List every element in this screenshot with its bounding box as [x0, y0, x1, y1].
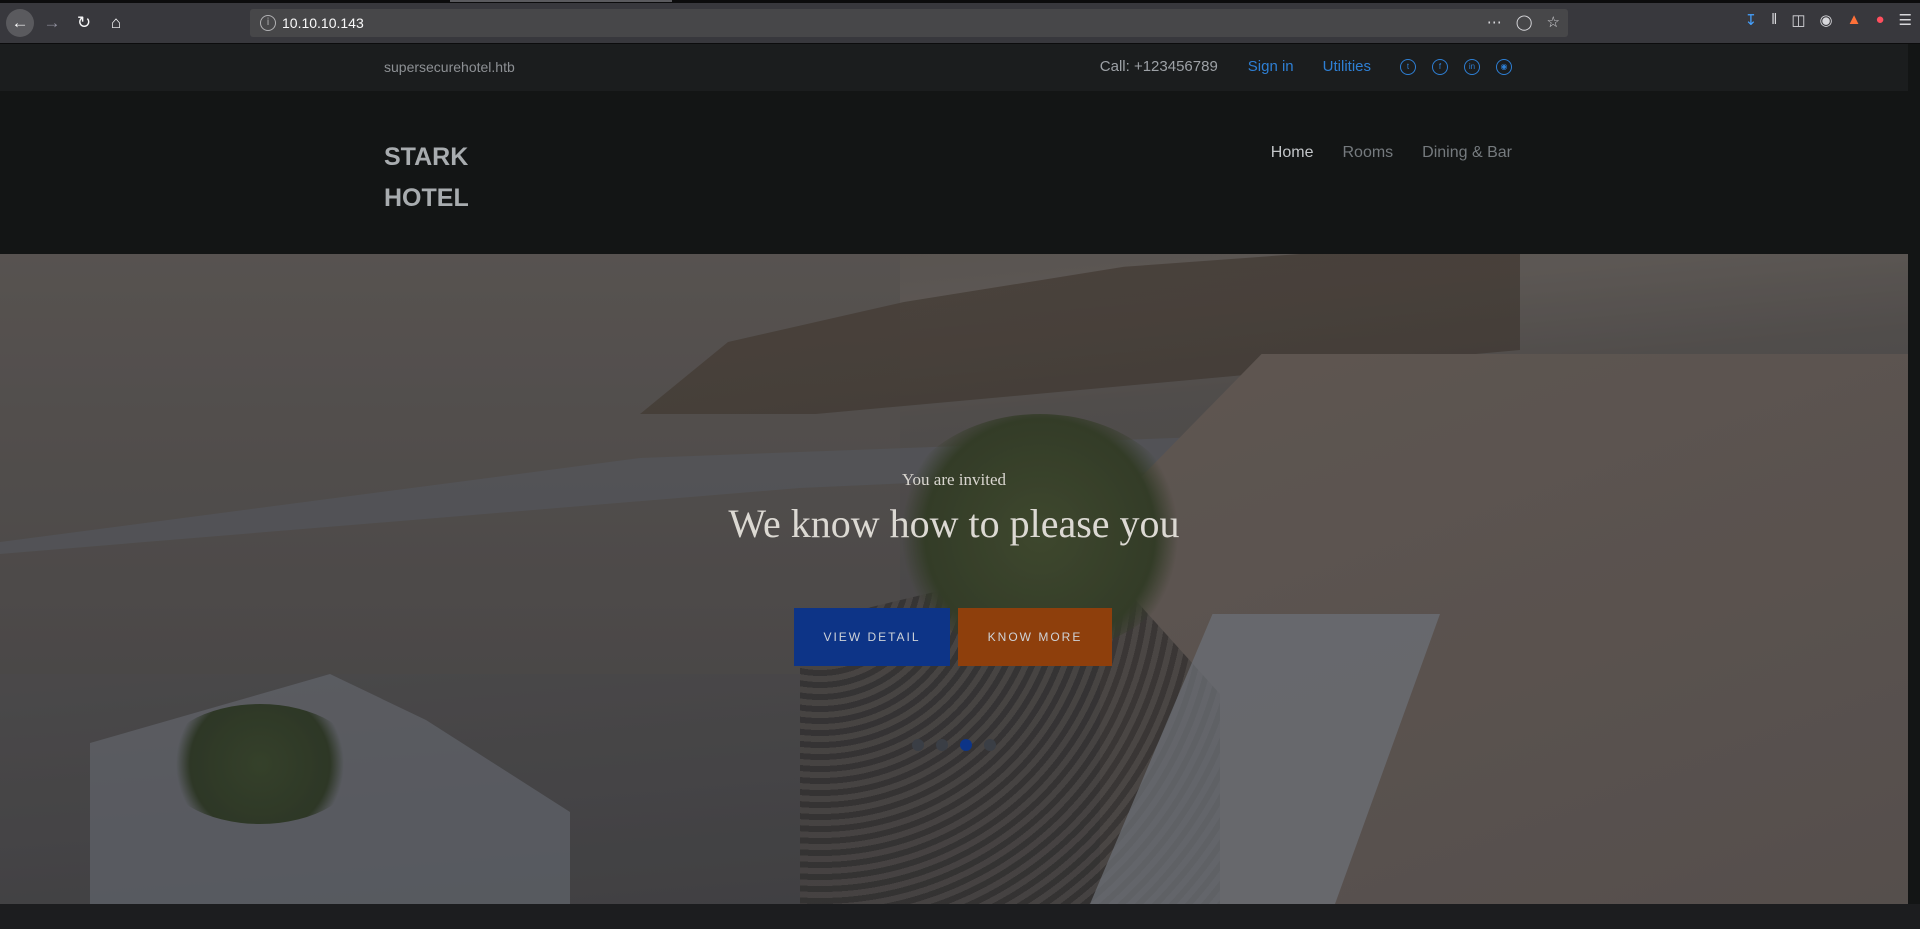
menu-icon[interactable]: ☰ — [1899, 11, 1912, 29]
site-domain: supersecurehotel.htb — [384, 59, 515, 75]
active-tab-indicator — [450, 0, 672, 2]
nav-item-dining-bar[interactable]: Dining & Bar — [1422, 144, 1512, 162]
social-links: t f in ◉ — [1400, 58, 1512, 75]
facebook-icon[interactable]: f — [1432, 58, 1448, 75]
home-button[interactable]: ⌂ — [102, 9, 130, 37]
browser-toolbar: ← → ↻ ⌂ i 10.10.10.143 ⋯ ◯ ☆ ↧ ‖ ◫ ◉ ▲ ●… — [0, 0, 1920, 44]
extension-mask-icon[interactable]: ● — [1875, 11, 1884, 29]
forward-arrow-icon: → — [43, 13, 61, 32]
top-info-bar: supersecurehotel.htb Call: +123456789 Si… — [0, 44, 1908, 91]
reload-button[interactable]: ↻ — [70, 9, 98, 37]
logo-line-2: HOTEL — [384, 184, 469, 212]
address-bar[interactable]: i 10.10.10.143 ⋯ ◯ ☆ — [250, 9, 1568, 37]
linkedin-icon[interactable]: in — [1464, 58, 1480, 75]
bookmark-star-icon[interactable]: ☆ — [1547, 13, 1560, 31]
back-button[interactable]: ← — [6, 9, 34, 37]
hero-slider: You are invited We know how to please yo… — [0, 254, 1908, 904]
slider-dot-3[interactable] — [960, 739, 972, 751]
library-icon[interactable]: ‖ — [1771, 11, 1777, 29]
twitter-icon[interactable]: t — [1400, 58, 1416, 75]
hero-title: We know how to please you — [728, 501, 1180, 546]
reload-icon: ↻ — [76, 13, 92, 32]
sidebar-icon[interactable]: ◫ — [1791, 11, 1805, 29]
extension-fox-icon[interactable]: ▲ — [1847, 11, 1862, 29]
slider-dot-4[interactable] — [984, 739, 996, 751]
page-bottom-strip — [0, 904, 1920, 929]
site-logo[interactable]: STARK HOTEL — [384, 137, 469, 219]
site-header: STARK HOTEL Home Rooms Dining & Bar — [0, 91, 1908, 254]
downloads-icon[interactable]: ↧ — [1745, 11, 1758, 29]
pocket-icon[interactable]: ◯ — [1516, 13, 1533, 31]
nav-item-home[interactable]: Home — [1271, 144, 1314, 162]
utilities-link[interactable]: Utilities — [1323, 58, 1371, 75]
hero-subtitle: You are invited — [901, 470, 1007, 489]
page-scrollbar[interactable] — [1908, 44, 1920, 929]
hero-content: You are invited We know how to please yo… — [0, 254, 1908, 904]
sign-in-link[interactable]: Sign in — [1248, 58, 1294, 75]
slider-dot-1[interactable] — [912, 739, 924, 751]
site-info-icon[interactable]: i — [260, 15, 276, 31]
home-icon: ⌂ — [110, 13, 122, 32]
logo-line-1: STARK — [384, 143, 469, 171]
forward-button[interactable]: → — [38, 9, 66, 37]
slider-dot-2[interactable] — [936, 739, 948, 751]
main-nav: Home Rooms Dining & Bar — [1271, 144, 1512, 162]
slider-dots — [912, 739, 996, 751]
nav-item-rooms[interactable]: Rooms — [1342, 144, 1393, 162]
url-text[interactable]: 10.10.10.143 — [282, 15, 364, 31]
page-actions-icon[interactable]: ⋯ — [1487, 13, 1502, 31]
account-icon[interactable]: ◉ — [1820, 11, 1833, 29]
view-detail-button[interactable]: VIEW DETAIL — [794, 608, 950, 666]
know-more-button[interactable]: KNOW MORE — [958, 608, 1112, 666]
back-arrow-icon: ← — [11, 13, 29, 32]
dribbble-icon[interactable]: ◉ — [1496, 58, 1512, 75]
phone-number: Call: +123456789 — [1099, 58, 1218, 75]
tab-strip — [0, 0, 1920, 3]
